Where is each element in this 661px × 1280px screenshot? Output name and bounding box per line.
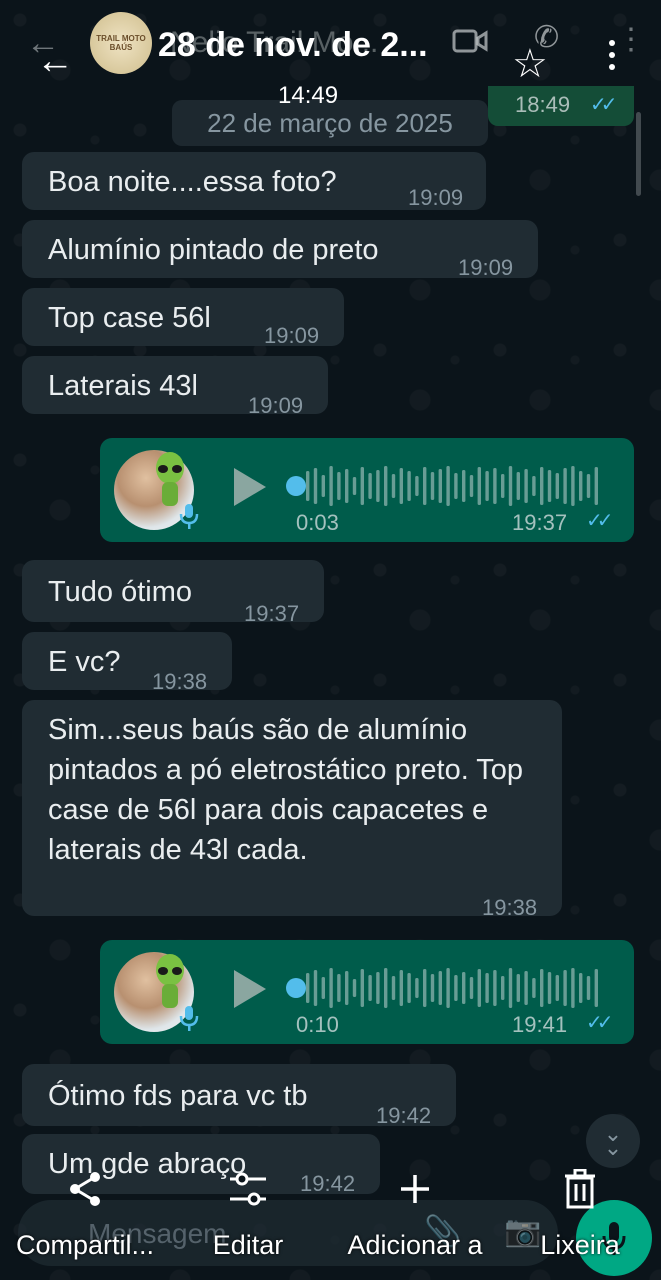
message-time: 19:41 xyxy=(512,1012,568,1037)
waveform xyxy=(306,466,598,506)
message-time: 19:09 xyxy=(264,323,320,348)
voice-duration: 0:03 xyxy=(296,510,339,535)
incoming-message[interactable]: Boa noite....essa foto? 19:09 xyxy=(22,152,486,210)
alien-sticker-icon xyxy=(156,954,184,1008)
add-to-button[interactable]: Adicionar a xyxy=(330,1160,500,1261)
message-time: 19:09 xyxy=(458,255,514,280)
message-time: 19:09 xyxy=(408,185,464,210)
avatar-logo-text: TRAIL MOTO BAÚS xyxy=(96,34,146,52)
share-icon xyxy=(70,1172,100,1206)
mic-icon xyxy=(179,504,199,529)
chevron-down-icon: ⌄ ⌄ xyxy=(603,1121,623,1160)
edit-button[interactable]: Editar xyxy=(196,1160,300,1261)
more-options-icon[interactable] xyxy=(604,40,620,80)
outgoing-voice-message[interactable]: 0:10 19:41 ✓✓ xyxy=(100,940,634,1044)
message-text: Laterais 43l xyxy=(48,370,198,402)
message-time: 18:49 xyxy=(515,92,571,117)
message-text: Boa noite....essa foto? xyxy=(48,166,337,198)
incoming-message[interactable]: Alumínio pintado de preto 19:09 xyxy=(22,220,538,280)
star-icon[interactable]: ☆ xyxy=(512,44,548,84)
message-text: E vc? xyxy=(48,646,121,678)
voice-duration: 0:10 xyxy=(296,1012,339,1037)
trash-label: Lixeira xyxy=(540,1230,620,1260)
incoming-message[interactable]: Tudo ótimo 19:37 xyxy=(22,560,324,626)
edit-label: Editar xyxy=(212,1230,284,1260)
message-time: 19:42 xyxy=(376,1103,432,1128)
waveform xyxy=(306,968,598,1008)
play-button[interactable] xyxy=(234,970,266,1008)
trash-icon xyxy=(565,1169,595,1209)
message-time: 19:37 xyxy=(512,510,568,535)
message-text: Alumínio pintado de preto xyxy=(48,234,379,266)
viewer-time: 14:49 xyxy=(278,82,339,109)
message-text: Sim...seus baús são de alumínio pintados… xyxy=(48,714,524,866)
message-text: Tudo ótimo xyxy=(48,576,192,608)
incoming-message[interactable]: Top case 56l 19:09 xyxy=(22,288,344,348)
add-to-label: Adicionar a xyxy=(347,1230,483,1260)
message-time: 19:09 xyxy=(248,393,304,418)
read-ticks-icon: ✓✓ xyxy=(586,1012,613,1034)
mic-icon xyxy=(179,1006,199,1031)
media-actions-bar: Compartil... Editar Adicionar a Lixeira xyxy=(0,1160,661,1280)
trash-button[interactable]: Lixeira xyxy=(530,1160,630,1261)
message-time: 19:38 xyxy=(152,669,208,694)
message-text: Top case 56l xyxy=(48,302,211,334)
chat-menu-icon[interactable]: ⋮ xyxy=(616,22,646,57)
contact-avatar[interactable]: TRAIL MOTO BAÚS xyxy=(90,12,152,74)
video-call-icon[interactable] xyxy=(452,28,488,54)
playback-slider-handle[interactable] xyxy=(286,476,306,496)
share-label: Compartil... xyxy=(15,1230,155,1260)
scrollbar[interactable] xyxy=(636,112,641,196)
alien-sticker-icon xyxy=(156,452,184,506)
viewer-date-title: 28 de nov. de 2... xyxy=(158,26,428,64)
incoming-message[interactable]: Sim...seus baús são de alumínio pintados… xyxy=(22,700,562,920)
header: ← ← TRAIL MOTO BAÚS Nelio Trail Mo... 28… xyxy=(0,0,661,109)
incoming-message[interactable]: E vc? 19:38 xyxy=(22,632,232,694)
outgoing-voice-message[interactable]: 0:03 19:37 ✓✓ xyxy=(100,438,634,542)
playback-slider-handle[interactable] xyxy=(286,978,306,998)
message-time: 19:37 xyxy=(244,601,300,626)
viewer-back-icon[interactable]: ← xyxy=(36,40,74,83)
edit-icon xyxy=(230,1172,266,1206)
share-button[interactable]: Compartil... xyxy=(2,1160,168,1261)
play-button[interactable] xyxy=(234,468,266,506)
incoming-message[interactable]: Laterais 43l 19:09 xyxy=(22,356,328,418)
read-ticks-icon: ✓✓ xyxy=(590,94,617,116)
message-text: Ótimo fds para vc tb xyxy=(48,1080,308,1112)
add-icon xyxy=(401,1175,429,1203)
message-time: 19:38 xyxy=(482,895,538,920)
read-ticks-icon: ✓✓ xyxy=(586,510,613,532)
incoming-message[interactable]: Ótimo fds para vc tb 19:42 xyxy=(22,1064,456,1128)
